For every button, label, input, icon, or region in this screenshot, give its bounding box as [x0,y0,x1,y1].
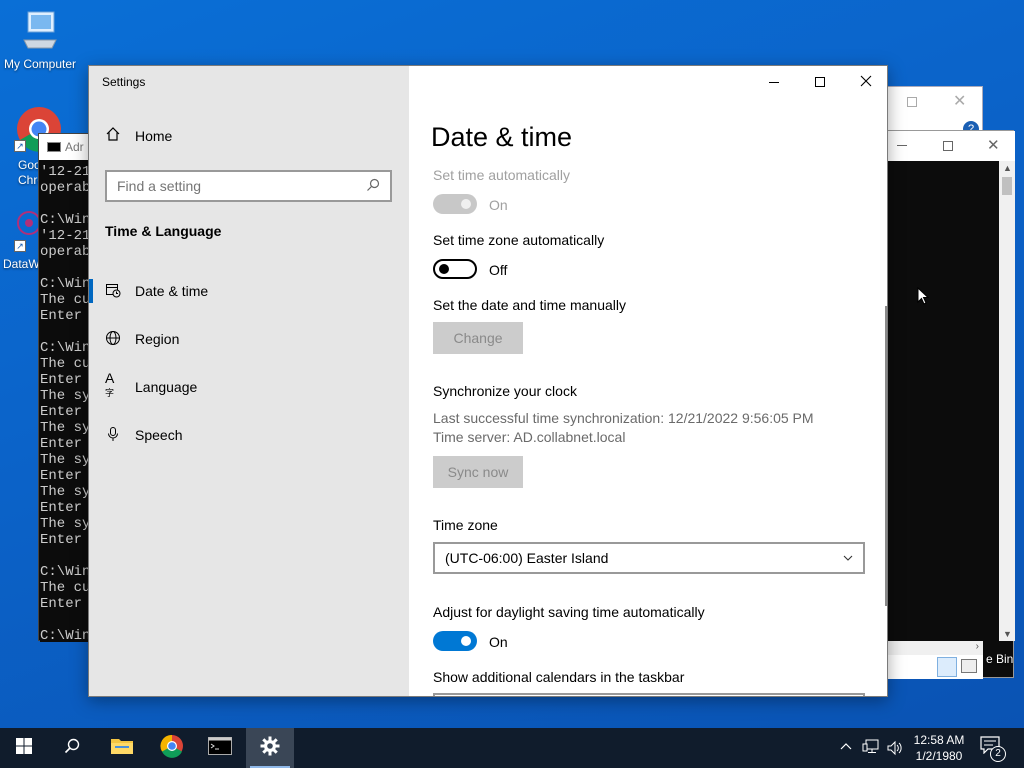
change-button[interactable]: Change [433,322,523,354]
set-time-auto-toggle[interactable] [433,194,477,214]
set-tz-auto-label: Set time zone automatically [433,232,605,248]
dst-toggle[interactable] [433,631,477,651]
time-zone-value: (UTC-06:00) Easter Island [445,550,609,566]
cmd-taskbar-button[interactable] [196,728,244,768]
search-input[interactable] [117,178,366,194]
start-button[interactable] [0,728,48,768]
search-icon[interactable] [366,178,380,195]
settings-taskbar-button[interactable] [246,728,294,768]
taskbar: 12:58 AM 1/2/1980 2 [0,728,1024,768]
volume-icon[interactable] [886,740,902,759]
settings-nav-pane: Settings Home Time & Language Date & tim… [89,66,409,696]
set-time-auto-label: Set time automatically [433,167,570,183]
show-hidden-icons[interactable] [840,739,852,753]
nav-item-label: Language [135,379,198,395]
chevron-up-icon [840,739,852,753]
nav-item-label: Region [135,331,180,347]
scroll-right-icon[interactable]: › [976,641,979,652]
nav-item-label: Speech [135,427,183,443]
search-button[interactable] [48,728,96,768]
sync-now-button[interactable]: Sync now [433,456,523,488]
scroll-down-icon[interactable]: ▼ [1003,629,1012,639]
window-title: Settings [102,75,146,89]
nav-item-language[interactable]: A字 Language [89,367,409,407]
set-tz-auto-toggle[interactable] [433,259,477,279]
nav-item-label: Date & time [135,283,209,299]
set-time-auto-state: On [489,197,508,213]
view-toggles [887,655,983,679]
clock-calendar-icon [105,282,121,301]
globe-icon [105,330,121,349]
desktop-icon-my-computer[interactable]: My Computer [0,10,80,71]
nav-item-date-time[interactable]: Date & time [89,271,409,311]
page-title: Date & time [431,122,573,152]
horizontal-scrollbar[interactable]: › [887,641,983,655]
action-center-button[interactable]: 2 [980,736,1010,762]
network-icon[interactable] [862,739,880,758]
nav-item-region[interactable]: Region [89,319,409,359]
chevron-down-icon [843,552,853,564]
large-icons-view-icon[interactable] [961,659,977,673]
close-icon[interactable]: ✕ [953,91,966,111]
folder-icon [110,736,134,761]
maximize-icon[interactable] [943,141,953,151]
time-zone-label: Time zone [433,517,498,533]
shortcut-arrow-icon: ↗ [14,140,26,152]
nav-home[interactable]: Home [105,126,172,145]
dst-state: On [489,634,508,650]
maximize-icon[interactable] [907,97,917,107]
desktop-icon-label-recycle: e Bin [986,652,1014,666]
home-icon [105,126,121,145]
calendars-select-partial[interactable] [433,693,865,696]
shortcut-arrow-icon: ↗ [14,240,26,252]
settings-window: Settings Home Time & Language Date & tim… [88,65,888,697]
find-setting-search[interactable] [105,170,392,202]
gear-icon [260,736,280,761]
search-icon [64,738,80,759]
console-titlebar-right[interactable]: ✕ [887,131,1015,161]
time-server-text: Time server: AD.collabnet.local [433,429,626,445]
dst-label: Adjust for daylight saving time automati… [433,604,705,620]
language-icon: A字 [105,369,115,398]
set-tz-auto-state: Off [489,262,508,278]
clock[interactable]: 12:58 AM 1/2/1980 [906,732,972,764]
console-window-right[interactable]: ✕ ▲ ▼ › [886,130,1015,679]
calendars-label: Show additional calendars in the taskbar [433,669,685,685]
content-scrollbar[interactable] [885,306,887,606]
microphone-icon [105,426,121,445]
clock-time: 12:58 AM [913,733,965,747]
sync-heading: Synchronize your clock [433,383,577,399]
nav-item-speech[interactable]: Speech [89,415,409,455]
chrome-icon [160,734,184,763]
notification-count-badge: 2 [990,746,1006,762]
nav-section-heading: Time & Language [105,223,222,239]
desktop-icon-label-datawrapper: DataW [3,257,40,271]
close-icon[interactable]: ✕ [987,136,1000,154]
details-view-icon[interactable] [937,657,957,677]
chrome-taskbar-button[interactable] [148,728,196,768]
last-sync-text: Last successful time synchronization: 12… [433,410,814,426]
desktop-icon-label: My Computer [3,57,77,71]
minimize-icon[interactable] [897,145,907,146]
console-icon [47,142,61,152]
settings-content-pane: Date & time Set time automatically On Se… [409,66,887,696]
windows-start-icon [16,737,32,759]
console-icon [208,736,232,760]
mouse-cursor-icon [917,286,930,310]
scroll-up-icon[interactable]: ▲ [1003,163,1012,173]
scroll-thumb[interactable] [1002,177,1012,195]
time-zone-select[interactable]: (UTC-06:00) Easter Island [433,542,865,574]
nav-home-label: Home [135,127,173,144]
console-scrollbar[interactable]: ▲ ▼ [999,161,1015,641]
manual-datetime-label: Set the date and time manually [433,297,627,313]
computer-icon [0,10,80,55]
file-explorer-button[interactable] [98,728,146,768]
clock-date: 1/2/1980 [915,749,963,763]
